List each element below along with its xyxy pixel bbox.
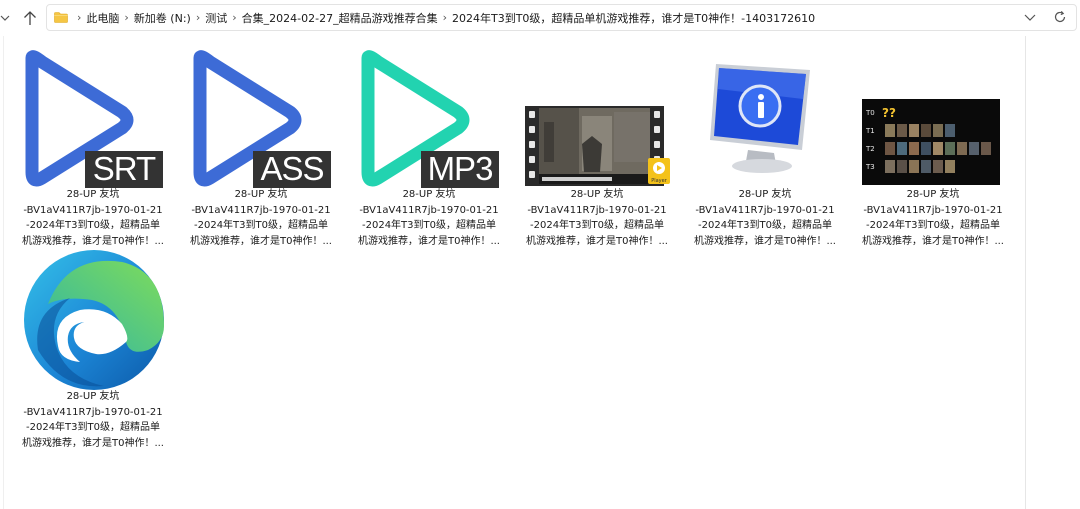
file-item-html[interactable]: 28-UP 友坑 -BV1aV411R7jb-1970-01-21 -2024年T3…	[18, 246, 168, 451]
file-name: 28-UP 友坑 -BV1aV411R7jb-1970-01-21 -2024年T3…	[21, 189, 164, 247]
image-thumbnail-icon: T0 T1 T2 T3 ??	[862, 99, 1000, 185]
tier-label: T1	[865, 127, 875, 135]
tier-label: T0	[865, 109, 875, 117]
file-thumbnail: SRT	[18, 44, 168, 188]
breadcrumb-item-current[interactable]: 2024年T3到T0级，超精品单机游戏推荐，谁才是T0神作！-140317261…	[452, 10, 815, 26]
tier-label: T3	[865, 163, 875, 171]
file-name: 28-UP 友坑 -BV1aV411R7jb-1970-01-21 -2024年T3…	[861, 189, 1004, 247]
address-bar[interactable]: › 此电脑 › 新加卷 (N:) › 测试 › 合集_2024-02-27_超精…	[46, 4, 1077, 31]
breadcrumb-item-drive[interactable]: 新加卷 (N:)	[134, 10, 191, 26]
file-item-video[interactable]: Player 28-UP 友坑 -BV1aV411R7jb-1970-01-21-…	[522, 44, 672, 249]
srt-badge: SRT	[85, 151, 163, 188]
file-item-mp3[interactable]: MP3 28-UP 友坑 -BV1aV411R7jb-1970-01-21 -202…	[354, 44, 504, 249]
info-monitor-icon	[710, 64, 810, 173]
chevron-right-icon: ›	[124, 11, 129, 24]
up-arrow-icon[interactable]	[19, 7, 41, 29]
breadcrumb-item-collection[interactable]: 合集_2024-02-27_超精品游戏推荐合集	[242, 10, 438, 26]
file-item-ass[interactable]: ASS 28-UP 友坑 -BV1aV411R7jb-1970-01-21 -202…	[186, 44, 336, 249]
chevron-down-icon[interactable]	[1023, 10, 1037, 24]
breadcrumb: › 此电脑 › 新加卷 (N:) › 测试 › 合集_2024-02-27_超精…	[54, 5, 815, 30]
folder-icon	[54, 12, 68, 23]
file-thumbnail	[18, 246, 168, 390]
chevron-right-icon: ›	[232, 11, 237, 24]
tier-label: T2	[865, 145, 875, 153]
edge-browser-icon	[24, 250, 164, 390]
breadcrumb-item-this-pc[interactable]: 此电脑	[86, 10, 119, 26]
file-item-image[interactable]: T0 T1 T2 T3 ?? 28-UP 友坑 -BV1aV411R7jb-19…	[858, 44, 1008, 249]
file-name: 28-UP 友坑 -BV1aV411R7jb-1970-01-21 -2024年T3…	[525, 189, 668, 247]
file-thumbnail: ASS	[186, 44, 336, 188]
address-toolbar: › 此电脑 › 新加卷 (N:) › 测试 › 合集_2024-02-27_超精…	[0, 0, 1080, 36]
file-item-srt[interactable]: SRT 28-UP 友坑 -BV1aV411R7jb-1970-01-21 -202…	[18, 44, 168, 249]
file-thumbnail: Player	[522, 44, 672, 188]
file-list-pane: SRT 28-UP 友坑 -BV1aV411R7jb-1970-01-21 -202…	[3, 36, 1026, 509]
player-badge-text: Player	[651, 178, 668, 184]
ass-badge: ASS	[253, 151, 331, 188]
chevron-right-icon: ›	[77, 11, 82, 24]
file-thumbnail: T0 T1 T2 T3 ??	[858, 44, 1008, 188]
svg-text:??: ??	[882, 106, 896, 120]
chevron-right-icon: ›	[195, 11, 201, 24]
file-name: 28-UP 友坑 -BV1aV411R7jb-1970-01-21 -2024年T3…	[189, 189, 332, 247]
video-thumbnail-icon: Player	[525, 106, 670, 186]
file-name: 28-UP 友坑 -BV1aV411R7jb-1970-01-21 -2024年T3…	[693, 189, 836, 247]
chevron-down-icon[interactable]	[0, 9, 10, 27]
file-name: 28-UP 友坑 -BV1aV411R7jb-1970-01-21 -2024年T3…	[357, 189, 500, 247]
file-name: 28-UP 友坑 -BV1aV411R7jb-1970-01-21 -2024年T3…	[21, 391, 164, 449]
file-thumbnail	[690, 44, 840, 188]
breadcrumb-item-test[interactable]: 测试	[205, 10, 227, 26]
file-thumbnail: MP3	[354, 44, 504, 188]
mp3-badge: MP3	[421, 151, 499, 188]
file-item-info[interactable]: 28-UP 友坑 -BV1aV411R7jb-1970-01-21 -2024年T3…	[690, 44, 840, 249]
refresh-icon[interactable]	[1053, 10, 1067, 24]
chevron-right-icon: ›	[442, 11, 447, 24]
